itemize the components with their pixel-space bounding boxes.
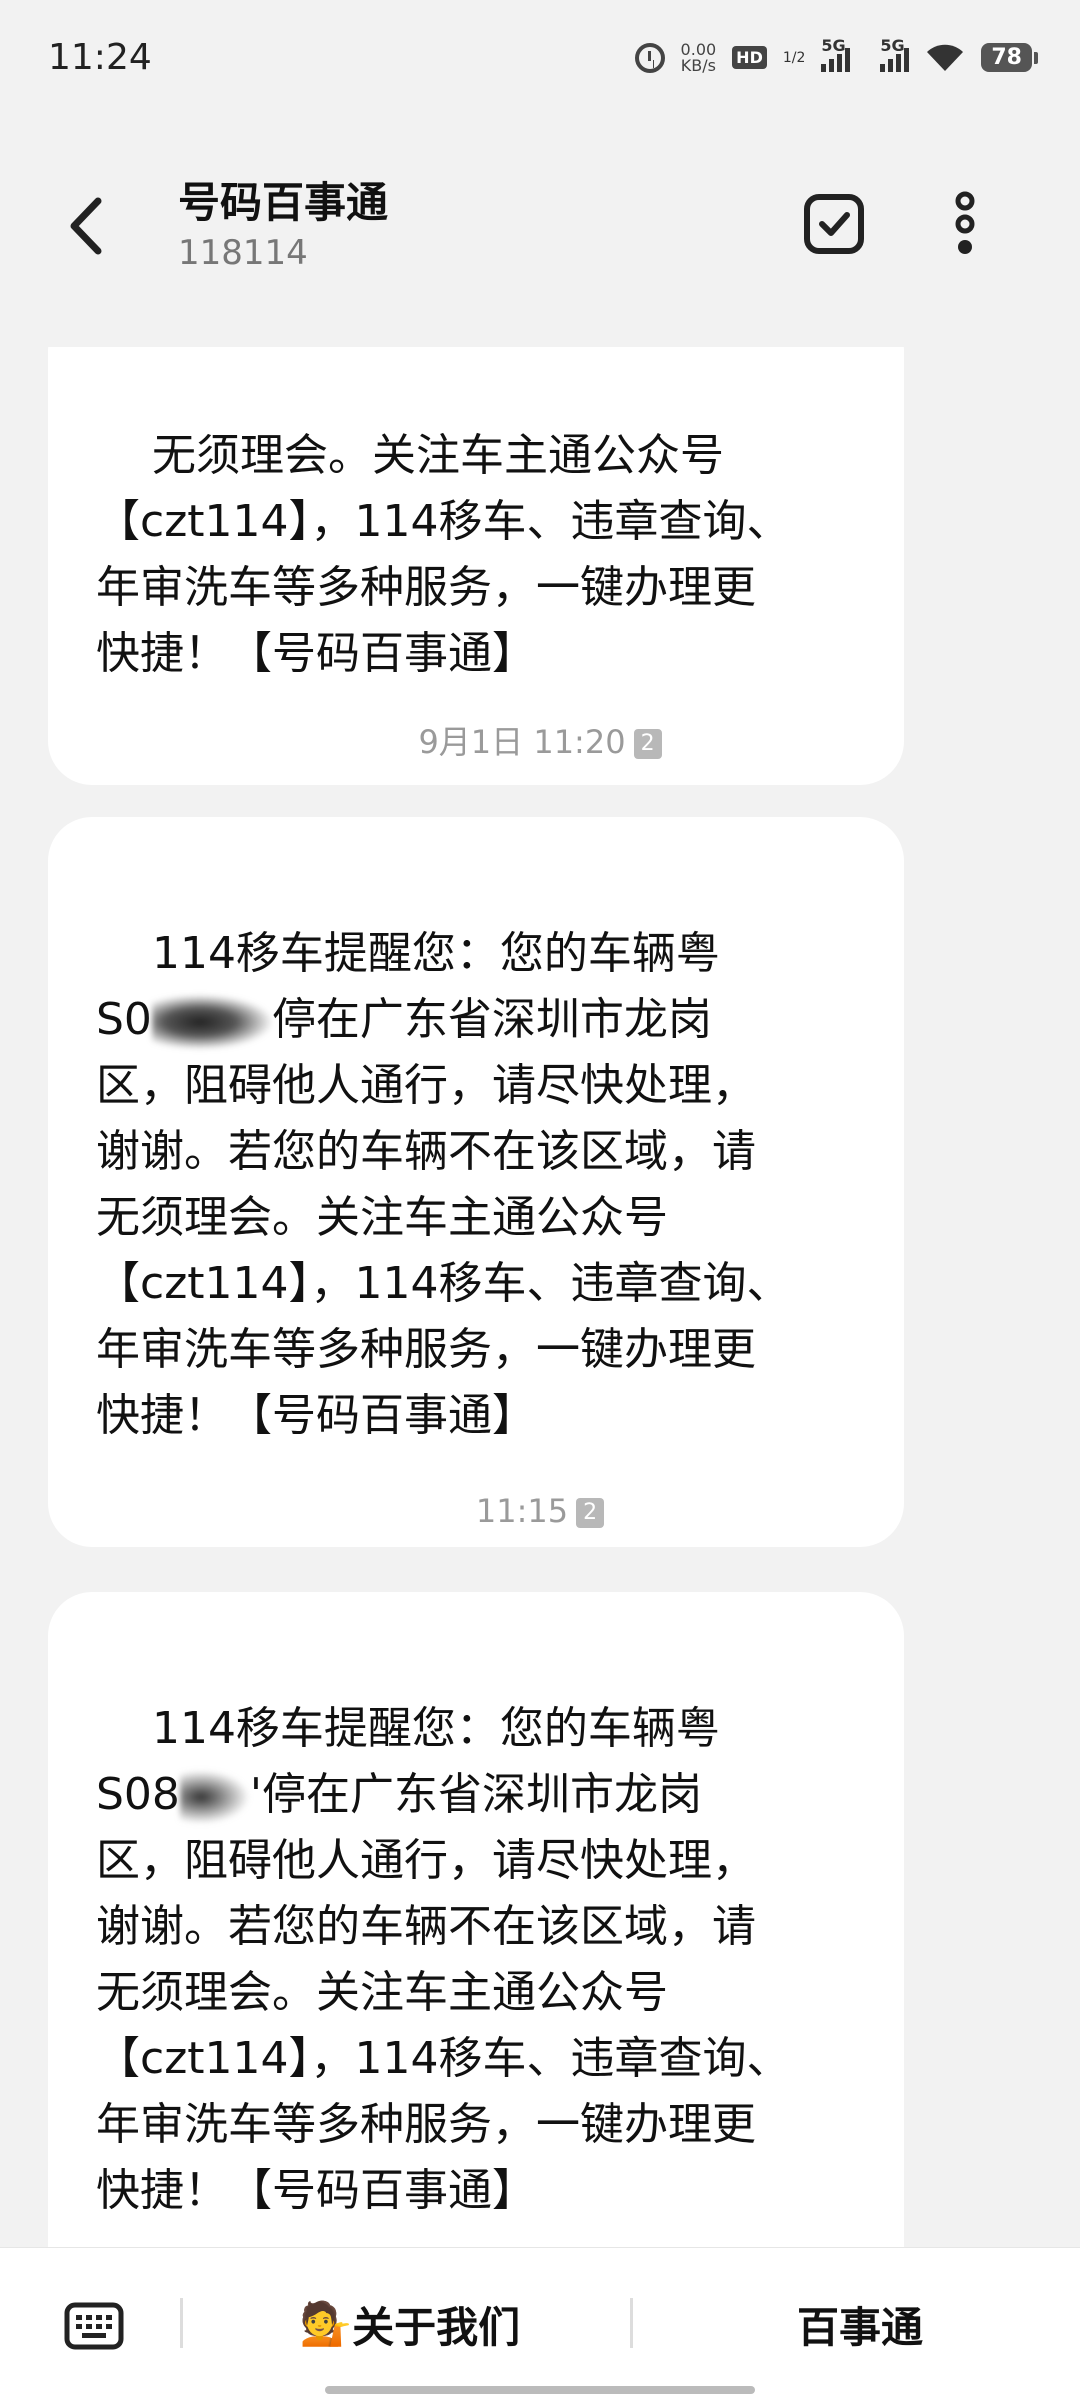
service-label: 百事通 xyxy=(796,2302,923,2352)
message-text-rest: 区，阻碍他人通行，请尽快处理， 谢谢。若您的车辆不在该区域，请 无须理会。关注车… xyxy=(96,1060,791,1441)
redacted-plate xyxy=(179,1770,250,1824)
about-us-button[interactable]: 💁 关于我们 xyxy=(190,2288,630,2360)
message-text-rest: 区，阻碍他人通行，请尽快处理， 谢谢。若您的车辆不在该区域，请 无须理会。关注车… xyxy=(96,1835,791,2216)
menu-divider xyxy=(630,2298,633,2348)
redacted-plate xyxy=(151,995,272,1049)
home-indicator[interactable] xyxy=(325,2386,755,2394)
plate-prefix: S0 xyxy=(96,994,152,1045)
battery-icon: 78 xyxy=(981,43,1038,72)
service-button[interactable]: 百事通 xyxy=(640,2288,1080,2360)
hd-voice-icon: HD xyxy=(732,46,767,69)
plate-prefix: S08 xyxy=(96,1769,180,1820)
message-text-location: '停在广东省深圳市龙岗 xyxy=(249,1769,703,1820)
timestamp-text: 11:15 xyxy=(475,1492,569,1530)
service-menu-bar: 💁 关于我们 百事通 xyxy=(0,2247,1080,2401)
about-us-emoji: 💁 xyxy=(299,2299,353,2348)
network-type-1: 5G xyxy=(821,35,846,55)
wifi-icon xyxy=(925,42,966,73)
network-type-2: 5G xyxy=(880,35,905,55)
about-us-label: 关于我们 xyxy=(352,2302,521,2352)
message-bubble[interactable]: 114移车提醒您：您的车辆粤 S08 '停在广东省深圳市龙岗 区，阻碍他人通行，请… xyxy=(48,1592,904,2247)
contact-name: 号码百事通 xyxy=(178,178,389,227)
status-time: 11:24 xyxy=(48,37,152,78)
status-icons: 0.00 KB/s HD 1/2 5G 5G 78 xyxy=(634,36,1038,75)
message-text: 无须理会。关注车主通公众号 【czt114】，114移车、违章查询、 年审洗车等… xyxy=(96,430,791,679)
contact-number: 118114 xyxy=(178,233,308,273)
conversation-header: 号码百事通 118114 xyxy=(0,115,1080,347)
message-thread[interactable]: 无须理会。关注车主通公众号 【czt114】，114移车、违章查询、 年审洗车等… xyxy=(0,347,1080,2247)
timestamp-text: 9月1日 11:20 xyxy=(418,723,626,761)
multi-select-icon[interactable] xyxy=(803,193,865,255)
status-bar: 11:24 0.00 KB/s HD 1/2 5G 5G 78 xyxy=(0,0,1080,115)
sim-badge: 2 xyxy=(633,729,662,759)
message-text-line1: 114移车提醒您：您的车辆粤 xyxy=(151,1703,720,1754)
sim-badge: 2 xyxy=(576,1498,605,1528)
alarm-icon xyxy=(634,42,665,73)
message-bubble[interactable]: 114移车提醒您：您的车辆粤 S0 停在广东省深圳市龙岗 区，阻碍他人通行，请尽快… xyxy=(48,817,904,1547)
message-timestamp: 9月1日 11:20 2 xyxy=(0,717,1080,763)
message-text-location: 停在广东省深圳市龙岗 xyxy=(271,994,712,1045)
contact-info[interactable]: 号码百事通 118114 xyxy=(178,175,388,275)
hd-sub: 1/2 xyxy=(782,49,806,66)
back-arrow-icon[interactable] xyxy=(62,193,114,259)
signal-icon-sim2: 5G xyxy=(880,36,910,72)
more-options-icon[interactable] xyxy=(950,191,980,257)
message-timestamp: 11:15 2 xyxy=(0,1492,1080,1530)
keyboard-icon[interactable] xyxy=(64,2302,124,2350)
network-speed: 0.00 KB/s xyxy=(680,41,717,75)
network-speed-unit: KB/s xyxy=(680,55,716,75)
signal-icon-sim1: 5G xyxy=(821,36,851,72)
menu-divider xyxy=(180,2298,183,2348)
message-text-line1: 114移车提醒您：您的车辆粤 xyxy=(151,928,720,979)
